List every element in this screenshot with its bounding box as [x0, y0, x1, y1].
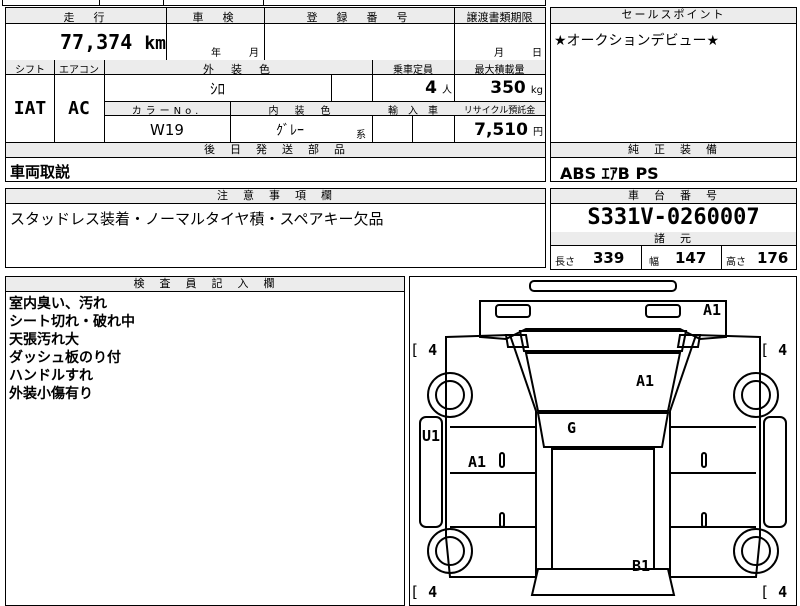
height-value: 176	[757, 249, 789, 267]
specs-header: 諸 元	[551, 232, 796, 246]
damage-mark-left-side: A1	[468, 453, 487, 471]
car-diagram-box: A1 A1 G A1 U1 B1 [ 4 [ 4 [ 4 [ 4	[409, 276, 797, 606]
inspector-box: 検 査 員 記 入 欄 室内臭い、汚れ シート切れ・破れ中 天張汚れ大 ダッシュ…	[5, 276, 405, 606]
interior-color-suffix: 系	[356, 130, 366, 141]
import-header: 輸 入 車	[388, 106, 438, 117]
recycle-value: 7,510	[474, 120, 528, 140]
transfer-month: 月	[494, 48, 504, 59]
color-no-header: カラーNo.	[131, 106, 203, 117]
sales-point-text: ★オークションデビュー★	[554, 33, 720, 49]
inspection-header: 車 検	[192, 11, 238, 24]
tire-rear-left: [ 4	[410, 583, 438, 601]
inspector-header: 検 査 員 記 入 欄	[6, 277, 404, 292]
vehicle-info-table: 走 行 車 検 登 録 番 号 譲渡書類期限 77,374 km 年 月 月 日…	[5, 7, 546, 143]
inspector-line: ハンドルすれ	[9, 368, 93, 384]
car-diagram	[419, 280, 787, 596]
inspection-month: 月	[249, 48, 259, 59]
width-value: 147	[675, 249, 707, 267]
max-load-unit: kg	[530, 85, 543, 96]
capacity-value: 4	[425, 78, 437, 98]
length-value: 339	[593, 249, 625, 267]
inspection-year: 年	[211, 48, 221, 59]
inspector-notes: 室内臭い、汚れ シート切れ・破れ中 天張汚れ大 ダッシュ板のり付 ハンドルすれ …	[9, 295, 135, 403]
shift-header: シフト	[15, 65, 45, 76]
damage-mark-roof: G	[567, 419, 577, 437]
top-partial-row	[2, 0, 546, 6]
capacity-header: 乗車定員	[393, 65, 433, 76]
chassis-box: 車 台 番 号 S331V-0260007 諸 元 長さ 339 幅 147 高…	[550, 188, 797, 270]
tire-rear-right: [ 4	[760, 583, 788, 601]
registration-header: 登 録 番 号	[306, 11, 412, 24]
color-no-value: W19	[150, 121, 184, 139]
notes-box: 注 意 事 項 欄 スタッドレス装着・ノーマルタイヤ積・スペアキー欠品	[5, 188, 546, 268]
inspector-line: シート切れ・破れ中	[9, 314, 135, 330]
interior-color-header: 内 装 色	[268, 106, 334, 117]
transfer-day: 日	[532, 48, 542, 59]
mileage-unit: km	[144, 33, 166, 54]
damage-mark-windshield: A1	[636, 372, 655, 390]
notes-header: 注 意 事 項 欄	[6, 189, 545, 204]
chassis-value: S331V-0260007	[587, 205, 760, 230]
damage-mark-roof-right: A1	[703, 301, 722, 319]
genuine-equipment-box: 純 正 装 備 ABS ｴｱB PS	[550, 142, 797, 183]
chassis-header: 車 台 番 号	[551, 189, 796, 204]
later-parts-value: 車両取説	[10, 163, 71, 181]
notes-value: スタッドレス装着・ノーマルタイヤ積・スペアキー欠品	[10, 210, 384, 228]
later-parts-header: 後 日 発 送 部 品	[6, 143, 545, 158]
inspector-line: 室内臭い、汚れ	[9, 296, 107, 312]
max-load-header: 最大積載量	[474, 65, 525, 76]
aircon-header: エアコン	[59, 65, 99, 76]
shift-value: IAT	[13, 98, 47, 119]
aircon-value: AC	[68, 98, 90, 119]
later-parts-box: 後 日 発 送 部 品 車両取説	[5, 142, 546, 182]
exterior-color-value: ｼﾛ	[209, 80, 225, 98]
length-label: 長さ	[555, 257, 575, 268]
width-label: 幅	[649, 257, 659, 268]
mileage-value: 77,374	[60, 30, 133, 54]
tire-front-left: [ 4	[410, 341, 438, 359]
inspector-line: 外装小傷有り	[9, 386, 93, 402]
damage-mark-rear: B1	[632, 557, 651, 575]
mileage-header: 走 行	[63, 11, 109, 24]
inspector-line: ダッシュ板のり付	[9, 350, 121, 366]
capacity-unit: 人	[442, 85, 452, 96]
interior-color-value: ｸﾞﾚｰ	[276, 123, 304, 139]
tire-front-right: [ 4	[760, 341, 788, 359]
recycle-unit: 円	[533, 127, 543, 138]
damage-mark-left-panel: U1	[422, 427, 441, 445]
recycle-header: リサイクル預託金	[463, 106, 536, 116]
transfer-deadline-header: 譲渡書類期限	[466, 11, 533, 24]
genuine-equipment-value: ABS ｴｱB PS	[560, 164, 659, 183]
sales-point-header: セールスポイント	[551, 8, 796, 24]
genuine-equipment-header: 純 正 装 備	[551, 143, 796, 158]
sales-point-box: セールスポイント ★オークションデビュー★	[550, 7, 797, 143]
height-label: 高さ	[726, 257, 746, 268]
inspector-line: 天張汚れ大	[9, 332, 79, 348]
max-load-value: 350	[490, 78, 526, 98]
